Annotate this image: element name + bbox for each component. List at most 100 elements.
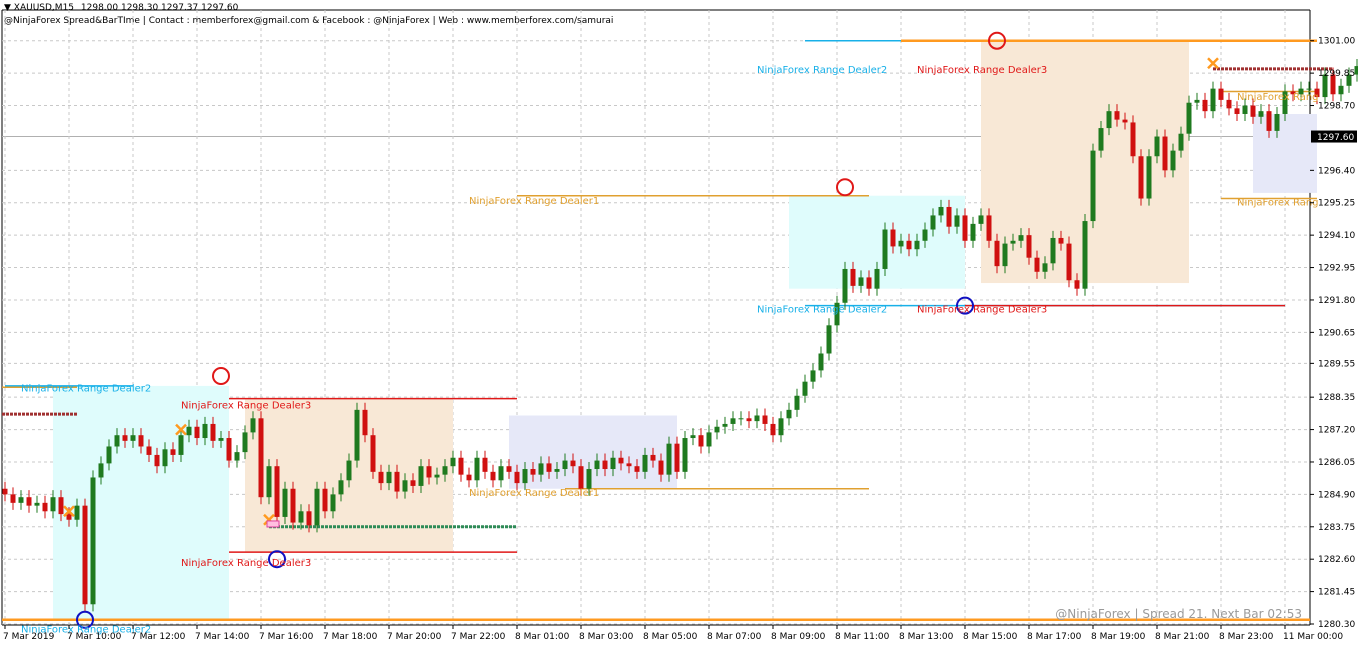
candle-body [890, 229, 896, 247]
range-label: NinjaForex Range Dealer1 [469, 488, 599, 499]
candle-body [562, 460, 568, 470]
candle-body [18, 497, 24, 503]
candle-body [2, 488, 8, 495]
candle-body [258, 418, 264, 498]
candle-body [42, 502, 48, 512]
time-tick-label: 8 Mar 23:00 [1219, 632, 1274, 642]
candle-body [114, 435, 120, 447]
candle-body [1234, 108, 1240, 114]
range-label: NinjaForex Range Dealer2 [21, 384, 151, 395]
candle-body [1066, 243, 1072, 281]
time-tick-label: 8 Mar 09:00 [771, 632, 826, 642]
candle-body [658, 460, 664, 475]
candle-body [498, 466, 504, 481]
candle-body [986, 215, 992, 241]
candle-body [714, 426, 720, 433]
price-tick-label: 1298.70 [1318, 102, 1355, 112]
candle-body [1210, 88, 1216, 112]
range-label: NinjaForex Range Dealer2 [757, 305, 887, 316]
time-tick-label: 8 Mar 15:00 [963, 632, 1018, 642]
candle-body [1018, 235, 1024, 241]
range-zones [53, 40, 1317, 620]
candle-body [866, 277, 872, 289]
candle-body [578, 466, 584, 489]
candle-body [922, 229, 928, 241]
candle-body [282, 488, 288, 517]
candle-body [802, 381, 808, 396]
time-tick-label: 8 Mar 21:00 [1155, 632, 1210, 642]
candle-body [1194, 99, 1200, 103]
candle-body [1138, 156, 1144, 199]
candle-body [1090, 150, 1096, 222]
candle-body [1186, 102, 1192, 134]
candle-body [746, 418, 752, 422]
candle-body [1306, 88, 1312, 90]
time-tick-label: 8 Mar 19:00 [1091, 632, 1146, 642]
range-label: NinjaForex Range Dealer3 [917, 305, 1047, 316]
candle-body [314, 488, 320, 526]
candle-body [626, 463, 632, 467]
candle-body [386, 471, 392, 484]
range-label: NinjaForex Rang [1237, 92, 1319, 103]
candle-body [1274, 113, 1280, 131]
price-tick-label: 1283.75 [1318, 523, 1355, 533]
candle-body [1082, 221, 1088, 289]
candle-body [1338, 85, 1344, 95]
price-tick-label: 1288.35 [1318, 393, 1355, 403]
time-tick-label: 11 Mar 00:00 [1283, 632, 1343, 642]
candle-body [1106, 111, 1112, 129]
candle-body [898, 240, 904, 247]
small-box-marker [266, 520, 280, 528]
candle-body [642, 454, 648, 472]
candle-body [506, 466, 512, 472]
candle-body [306, 511, 312, 526]
candle-body [10, 494, 16, 503]
candle-body [34, 502, 40, 506]
candle-body [170, 449, 176, 455]
price-tick-label: 1299.85 [1318, 69, 1355, 79]
current-price-label: 1297.60 [1317, 133, 1354, 143]
candle-body [234, 452, 240, 461]
candle-body [98, 463, 104, 478]
candle-body [634, 466, 640, 472]
price-tick-label: 1280.30 [1318, 620, 1355, 630]
price-tick-label: 1290.65 [1318, 328, 1355, 338]
candle-body [818, 353, 824, 371]
candle-body [138, 435, 144, 447]
candle-body [618, 457, 624, 464]
candle-body [1058, 237, 1064, 244]
candle-body [474, 457, 480, 481]
candle-body [82, 505, 88, 605]
candle-body [602, 460, 608, 470]
candle-body [1074, 280, 1080, 289]
range-zone [53, 385, 229, 620]
range-label: NinjaForex Range Dealer2 [757, 65, 887, 76]
candle-body [370, 435, 376, 472]
candle-body [466, 474, 472, 481]
candle-body [402, 480, 408, 492]
time-tick-label: 7 Mar 22:00 [451, 632, 506, 642]
candle-body [482, 457, 488, 472]
candle-body [770, 423, 776, 436]
range-zone [509, 415, 677, 489]
candle-body [426, 466, 432, 478]
candle-body [122, 435, 128, 441]
candle-body [242, 432, 248, 453]
candle-body [1114, 111, 1120, 120]
candle-body [874, 268, 880, 289]
time-tick-label: 8 Mar 13:00 [899, 632, 954, 642]
candle-body [570, 460, 576, 467]
price-tick-label: 1292.95 [1318, 264, 1355, 274]
candle-body [130, 435, 136, 441]
price-tick-label: 1296.40 [1318, 166, 1355, 176]
price-chart[interactable]: NinjaForex Range Dealer2 NinjaForex Range… [0, 0, 1358, 647]
candle-body [178, 435, 184, 455]
candle-body [994, 240, 1000, 267]
time-tick-label: 7 Mar 18:00 [323, 632, 378, 642]
price-axis: 1301.00 1299.85 1298.70 1296.40 1295.25 1294.… [1310, 37, 1357, 630]
candle-body [106, 446, 112, 464]
candle-body [250, 418, 256, 433]
candle-body [162, 449, 168, 467]
range-label: NinjaForex Rang [1237, 198, 1319, 209]
time-tick-label: 7 Mar 16:00 [259, 632, 314, 642]
